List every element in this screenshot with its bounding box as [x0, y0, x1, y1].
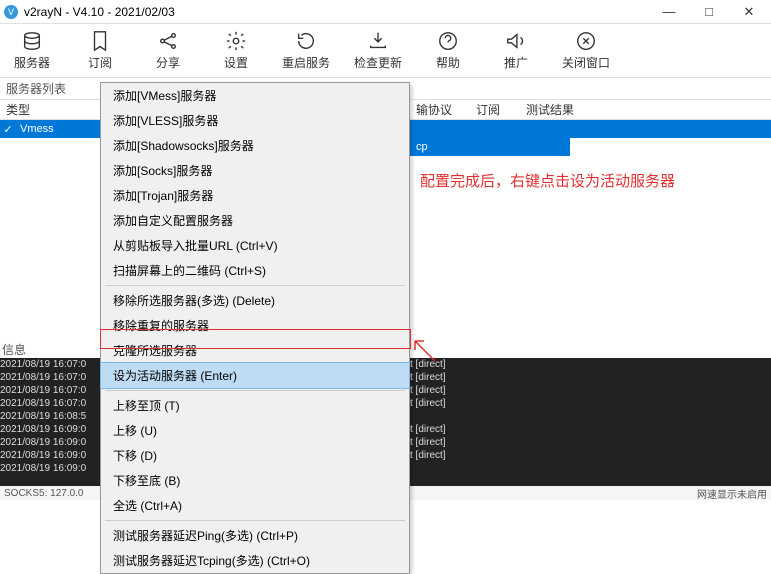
- menu-move-down[interactable]: 下移 (D): [101, 443, 409, 468]
- col-sub[interactable]: 订阅: [470, 101, 520, 118]
- col-type[interactable]: 类型: [0, 101, 100, 118]
- menu-separator: [105, 520, 405, 521]
- menu-import-url[interactable]: 从剪贴板导入批量URL (Ctrl+V): [101, 233, 409, 258]
- annotation-arrow-icon: [410, 336, 440, 366]
- server-protocol-cell: cp: [410, 138, 570, 156]
- status-socks: SOCKS5: 127.0.0: [4, 488, 84, 499]
- menu-set-active[interactable]: 设为活动服务器 (Enter): [100, 362, 410, 389]
- toolbar-update[interactable]: 检查更新: [354, 30, 402, 71]
- menu-remove-dup[interactable]: 移除重复的服务器: [101, 313, 409, 338]
- window-title: v2rayN - V4.10 - 2021/02/03: [24, 5, 175, 19]
- toolbar-restart[interactable]: 重启服务: [282, 30, 330, 71]
- menu-add-trojan[interactable]: 添加[Trojan]服务器: [101, 183, 409, 208]
- menu-add-socks[interactable]: 添加[Socks]服务器: [101, 158, 409, 183]
- context-menu: 添加[VMess]服务器 添加[VLESS]服务器 添加[Shadowsocks…: [100, 82, 410, 574]
- menu-test-tcping[interactable]: 测试服务器延迟Tcping(多选) (Ctrl+O): [101, 548, 409, 573]
- menu-select-all[interactable]: 全选 (Ctrl+A): [101, 493, 409, 518]
- menu-add-ss[interactable]: 添加[Shadowsocks]服务器: [101, 133, 409, 158]
- toolbar-share[interactable]: 分享: [146, 30, 190, 71]
- toolbar-server[interactable]: 服务器: [10, 30, 54, 71]
- toolbar-subscribe[interactable]: 订阅: [78, 30, 122, 71]
- menu-move-top[interactable]: 上移至顶 (T): [101, 393, 409, 418]
- titlebar: V v2rayN - V4.10 - 2021/02/03 — □ ✕: [0, 0, 771, 24]
- maximize-button[interactable]: □: [699, 4, 719, 20]
- status-speed: 网速显示未启用: [697, 486, 767, 501]
- toolbar-close[interactable]: 关闭窗口: [562, 30, 610, 71]
- menu-separator: [105, 390, 405, 391]
- minimize-button[interactable]: —: [659, 4, 679, 20]
- col-protocol[interactable]: 输协议: [410, 101, 470, 118]
- menu-scan-qr[interactable]: 扫描屏幕上的二维码 (Ctrl+S): [101, 258, 409, 283]
- app-icon: V: [4, 5, 18, 19]
- menu-clone[interactable]: 克隆所选服务器: [101, 338, 409, 363]
- toolbar: 服务器 订阅 分享 设置 重启服务 检查更新 帮助 推广 关闭窗口: [0, 24, 771, 78]
- menu-add-vless[interactable]: 添加[VLESS]服务器: [101, 108, 409, 133]
- info-panel-label: 信息: [2, 341, 26, 358]
- server-type-cell: Vmess: [16, 123, 54, 135]
- annotation-text: 配置完成后，右键点击设为活动服务器: [420, 170, 675, 191]
- menu-add-vmess[interactable]: 添加[VMess]服务器: [101, 83, 409, 108]
- toolbar-settings[interactable]: 设置: [214, 30, 258, 71]
- menu-separator: [105, 285, 405, 286]
- toolbar-help[interactable]: 帮助: [426, 30, 470, 71]
- col-test[interactable]: 测试结果: [520, 101, 640, 118]
- close-button[interactable]: ✕: [739, 4, 759, 20]
- toolbar-promote[interactable]: 推广: [494, 30, 538, 71]
- menu-add-custom[interactable]: 添加自定义配置服务器: [101, 208, 409, 233]
- active-check-icon: ✓: [0, 123, 16, 136]
- menu-remove-selected[interactable]: 移除所选服务器(多选) (Delete): [101, 288, 409, 313]
- menu-move-up[interactable]: 上移 (U): [101, 418, 409, 443]
- menu-move-bottom[interactable]: 下移至底 (B): [101, 468, 409, 493]
- menu-test-ping[interactable]: 测试服务器延迟Ping(多选) (Ctrl+P): [101, 523, 409, 548]
